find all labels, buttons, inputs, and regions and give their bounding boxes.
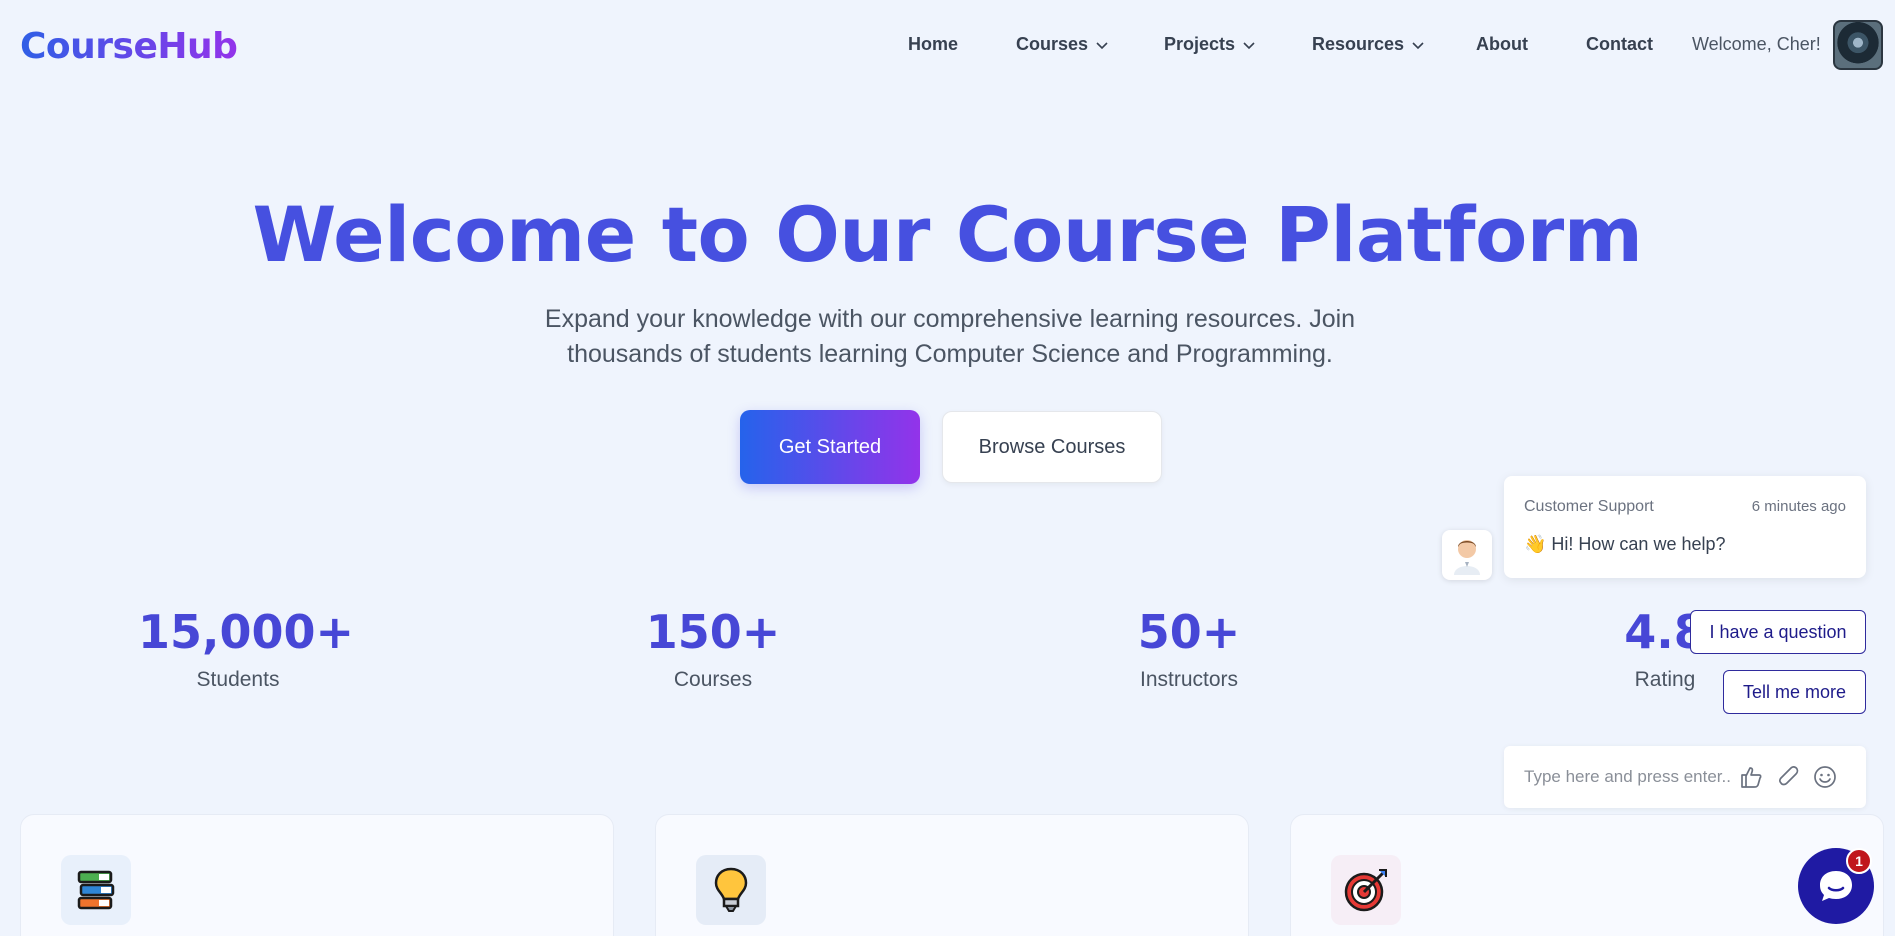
feature-card[interactable] bbox=[1290, 814, 1884, 936]
chat-message-text: 👋 Hi! How can we help? bbox=[1524, 534, 1726, 554]
hero-title: Welcome to Our Course Platform bbox=[252, 190, 1643, 279]
chat-composer bbox=[1504, 746, 1866, 808]
support-agent-avatar bbox=[1442, 530, 1492, 580]
chevron-down-icon bbox=[1243, 41, 1255, 49]
lightbulb-icon bbox=[696, 855, 766, 925]
user-avatar[interactable] bbox=[1833, 20, 1883, 70]
top-navbar: CourseHub Home Courses Projects Resource… bbox=[0, 0, 1895, 94]
books-icon bbox=[61, 855, 131, 925]
chevron-down-icon bbox=[1096, 41, 1108, 49]
stat-instructors: 50+ Instructors bbox=[1089, 600, 1289, 692]
nav-item-label: Contact bbox=[1586, 34, 1653, 54]
browse-courses-button[interactable]: Browse Courses bbox=[942, 411, 1162, 483]
hero-subtitle: Expand your knowledge with our comprehen… bbox=[540, 302, 1360, 372]
stat-value: 50+ bbox=[1137, 605, 1241, 659]
chat-message-bubble: Customer Support 6 minutes ago 👋 Hi! How… bbox=[1504, 476, 1866, 578]
nav-item-resources[interactable]: Resources bbox=[1312, 34, 1426, 55]
nav-item-label: Resources bbox=[1312, 34, 1405, 54]
nav-item-projects[interactable]: Projects bbox=[1164, 34, 1257, 55]
feature-card[interactable] bbox=[20, 814, 614, 936]
stat-students: 15,000+ Students bbox=[138, 600, 355, 692]
chat-sender: Customer Support bbox=[1524, 498, 1654, 515]
nav-item-label: Home bbox=[908, 34, 959, 54]
nav-item-label: About bbox=[1476, 34, 1528, 54]
nav-item-home[interactable]: Home bbox=[908, 34, 958, 55]
hero-subtitle-line: thousands of students learning Computer … bbox=[567, 340, 1333, 368]
nav-item-courses[interactable]: Courses bbox=[1016, 34, 1110, 55]
paperclip-icon[interactable] bbox=[1776, 764, 1802, 790]
chat-timestamp: 6 minutes ago bbox=[1751, 498, 1846, 515]
chat-bubble-icon bbox=[1820, 871, 1852, 901]
stat-label: Students bbox=[196, 668, 280, 691]
unread-count-badge: 1 bbox=[1846, 848, 1872, 874]
stat-value: 15,000+ bbox=[138, 605, 355, 659]
quick-reply-tell-more[interactable]: Tell me more bbox=[1723, 670, 1866, 714]
feature-card[interactable] bbox=[655, 814, 1249, 936]
stat-courses: 150+ Courses bbox=[613, 600, 813, 692]
chat-message-input[interactable] bbox=[1524, 764, 1744, 790]
stat-label: Courses bbox=[673, 668, 753, 691]
stat-value: 150+ bbox=[645, 605, 781, 659]
nav-item-label: Projects bbox=[1164, 34, 1236, 54]
chevron-down-icon bbox=[1412, 41, 1424, 49]
welcome-text: Welcome, Cher! bbox=[1692, 34, 1821, 54]
stat-label: Instructors bbox=[1139, 668, 1239, 691]
nav-links: Home Courses Projects Resources About Co… bbox=[0, 34, 1895, 60]
get-started-button[interactable]: Get Started bbox=[740, 410, 920, 484]
nav-item-label: Courses bbox=[1016, 34, 1089, 54]
target-icon bbox=[1331, 855, 1401, 925]
hero-subtitle-line: Expand your knowledge with our comprehen… bbox=[544, 305, 1356, 333]
thumbs-up-icon[interactable] bbox=[1738, 764, 1764, 790]
nav-item-about[interactable]: About bbox=[1476, 34, 1528, 55]
nav-item-contact[interactable]: Contact bbox=[1586, 34, 1653, 55]
quick-reply-question[interactable]: I have a question bbox=[1690, 610, 1866, 654]
emoji-icon[interactable] bbox=[1812, 764, 1838, 790]
